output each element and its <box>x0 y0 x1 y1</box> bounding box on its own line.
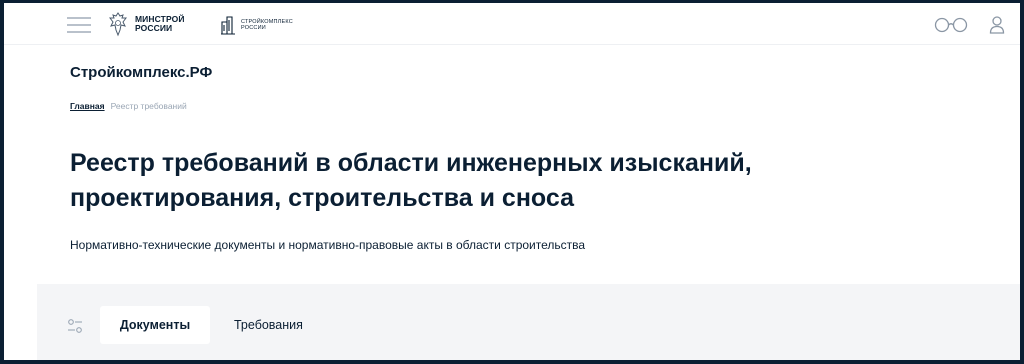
filter-sliders-icon[interactable] <box>67 318 83 334</box>
page-frame: МИНСТРОЙ РОССИИ СТРОЙКОМПЛЕКС РОССИИ Стр… <box>0 0 1024 364</box>
hamburger-menu-icon[interactable] <box>67 17 91 33</box>
glasses-icon[interactable] <box>934 17 968 33</box>
tabs-panel: Документы Требования <box>37 284 1020 360</box>
top-bar: МИНСТРОЙ РОССИИ СТРОЙКОМПЛЕКС РОССИИ <box>4 3 1020 45</box>
minstroy-logo-line2: РОССИИ <box>135 23 173 33</box>
building-logo-icon <box>221 16 235 35</box>
stroycomplex-logo[interactable]: СТРОЙКОМПЛЕКС РОССИИ <box>220 14 293 36</box>
stroycomplex-logo-line2: РОССИИ <box>241 25 266 31</box>
minstroy-logo[interactable]: МИНСТРОЙ РОССИИ <box>107 11 185 37</box>
page-subtitle: Нормативно-технические документы и норма… <box>70 238 586 252</box>
page-title: Реестр требований в области инженерных и… <box>70 149 752 212</box>
user-icon[interactable] <box>989 15 1005 35</box>
eagle-emblem-icon <box>109 12 127 37</box>
site-title[interactable]: Стройкомплекс.РФ <box>70 64 212 81</box>
breadcrumb: Главная Реестр требований <box>70 101 187 111</box>
breadcrumb-home-link[interactable]: Главная <box>70 101 105 111</box>
breadcrumb-current: Реестр требований <box>110 101 187 111</box>
tab-documents[interactable]: Документы <box>100 306 210 344</box>
tab-requirements[interactable]: Требования <box>234 306 303 344</box>
